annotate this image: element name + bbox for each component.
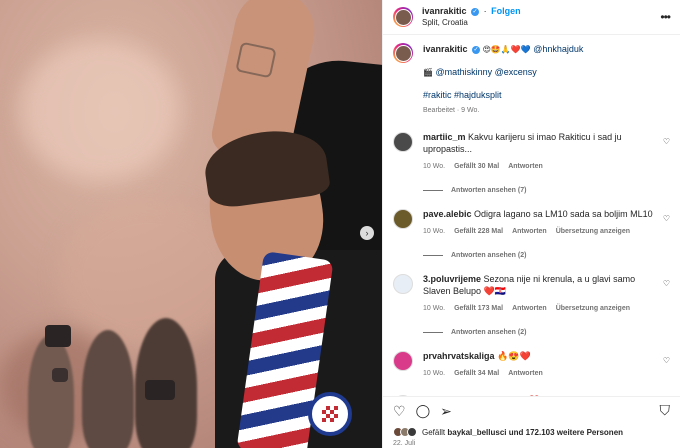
follow-button[interactable]: Folgen: [491, 6, 521, 16]
heart-icon[interactable]: ♡: [663, 214, 670, 223]
likes-prefix: Gefällt: [422, 427, 446, 437]
view-replies-button[interactable]: Antworten ansehen (2): [423, 329, 670, 336]
reply-button[interactable]: Antworten: [508, 368, 543, 380]
comment-username[interactable]: prvahrvatskaliga: [423, 351, 495, 361]
post-photo[interactable]: ›: [0, 0, 382, 448]
more-horizontal-icon[interactable]: •••: [660, 10, 671, 24]
reply-button[interactable]: Antworten: [512, 303, 547, 315]
comment-row: prvahrvatskaliga 🔥😍❤️ 10 Wo. Gefällt 34 …: [393, 350, 670, 380]
author-username[interactable]: ivanrakitic: [422, 6, 467, 16]
avatar[interactable]: [393, 7, 413, 27]
post-side-panel: ivanrakitic ✓ · Folgen Split, Croatia ••…: [382, 0, 680, 448]
comment-row: 3.poluvrijeme Sezona nije ni krenula, a …: [393, 273, 670, 315]
mention-link[interactable]: @hnkhajduk: [533, 44, 583, 54]
verified-badge-icon: ✓: [471, 7, 480, 16]
translate-button[interactable]: Übersetzung anzeigen: [556, 226, 630, 238]
comment-row: pave.alebic Odigra lagano sa LM10 sada s…: [393, 208, 670, 238]
likes-user[interactable]: baykal_bellusci: [447, 428, 506, 437]
caption: ivanrakitic ✓ 😍🤩🙏❤️💙 @hnkhajduk 🎬 @mathi…: [393, 43, 670, 117]
post-location[interactable]: Split, Croatia: [422, 17, 521, 29]
comment-likes[interactable]: Gefällt 30 Mal: [454, 161, 499, 173]
likes-count[interactable]: und 172.103 weitere Personen: [509, 428, 623, 437]
hajduk-crest: [308, 392, 352, 436]
comment-icon[interactable]: ◯: [416, 405, 431, 419]
avatar[interactable]: [393, 351, 413, 371]
comment-likes[interactable]: Gefällt 34 Mal: [454, 368, 499, 380]
view-replies-label: Antworten ansehen (2): [451, 329, 527, 336]
verified-badge-icon: ✓: [472, 45, 481, 54]
post-header: ivanrakitic ✓ · Folgen Split, Croatia ••…: [383, 0, 680, 35]
view-replies-label: Antworten ansehen (2): [451, 252, 527, 259]
comment-username[interactable]: martiic_m: [423, 132, 466, 142]
liker-avatars: [393, 427, 417, 437]
heart-icon[interactable]: ♡: [393, 405, 406, 419]
comment-likes[interactable]: Gefällt 173 Mal: [454, 303, 503, 315]
mention-links[interactable]: @mathiskinny @excensy: [435, 67, 536, 77]
avatar[interactable]: [393, 132, 413, 152]
hashtag-links[interactable]: #rakitic #hajduksplit: [423, 90, 502, 100]
comment-text: Odigra lagano sa LM10 sada sa boljim ML1…: [474, 209, 653, 219]
comment-age: 10 Wo.: [423, 370, 446, 377]
edited-timestamp: Bearbeitet · 9 Wo.: [423, 107, 480, 114]
divider: [423, 190, 443, 191]
avatar[interactable]: [393, 43, 413, 63]
comment-age: 10 Wo.: [423, 163, 446, 170]
separator-dot: ·: [483, 6, 487, 16]
reply-button[interactable]: Antworten: [508, 161, 543, 173]
send-icon[interactable]: ➢: [440, 405, 452, 419]
view-replies-button[interactable]: Antworten ansehen (2): [423, 252, 670, 259]
view-replies-button[interactable]: Antworten ansehen (7): [423, 187, 670, 194]
comment-list: martiic_m Kakvu karijeru si imao Rakitic…: [393, 131, 670, 396]
comment-row: martiic_m Kakvu karijeru si imao Rakitic…: [393, 131, 670, 173]
avatar[interactable]: [393, 209, 413, 229]
post-date: 22. Juli: [393, 440, 416, 447]
reply-button[interactable]: Antworten: [512, 226, 547, 238]
comment-age: 10 Wo.: [423, 228, 446, 235]
comment-likes[interactable]: Gefällt 228 Mal: [454, 226, 503, 238]
likes-summary[interactable]: Gefällt baykal_bellusci und 172.103 weit…: [393, 427, 670, 437]
comments-scroll[interactable]: ivanrakitic ✓ 😍🤩🙏❤️💙 @hnkhajduk 🎬 @mathi…: [383, 35, 680, 396]
divider: [423, 332, 443, 333]
bookmark-icon[interactable]: ⛉: [660, 403, 671, 419]
divider: [423, 255, 443, 256]
caption-username[interactable]: ivanrakitic: [423, 44, 468, 54]
chevron-right-icon[interactable]: ›: [360, 226, 374, 240]
heart-icon[interactable]: ♡: [663, 356, 670, 365]
post-actions: ♡ ◯ ➢ ⛉ Gefällt baykal_bellusci und 172.…: [383, 396, 680, 448]
clapper-board-icon: 🎬: [423, 68, 433, 77]
comment-text: 🔥😍❤️: [497, 351, 531, 361]
view-replies-label: Antworten ansehen (7): [451, 187, 527, 194]
comment-age: 10 Wo.: [423, 305, 446, 312]
translate-button[interactable]: Übersetzung anzeigen: [556, 303, 630, 315]
caption-emojis: 😍🤩🙏❤️💙: [482, 45, 531, 54]
avatar[interactable]: [393, 274, 413, 294]
heart-icon[interactable]: ♡: [663, 137, 670, 146]
comment-username[interactable]: 3.poluvrijeme: [423, 274, 481, 284]
comment-username[interactable]: pave.alebic: [423, 209, 472, 219]
heart-icon[interactable]: ♡: [663, 279, 670, 288]
instagram-post-view: › ivanrakitic ✓ · Folgen Split, Croatia …: [0, 0, 680, 448]
